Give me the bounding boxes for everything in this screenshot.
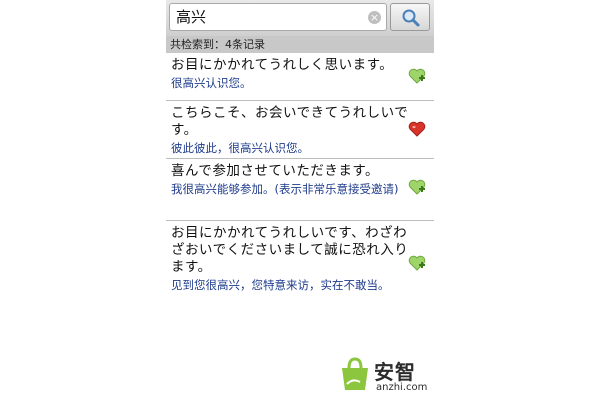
search-bar: 高兴 × (166, 0, 434, 37)
favorited-heart-icon[interactable] (408, 121, 426, 137)
search-button[interactable] (390, 3, 430, 31)
result-count: 共检索到：4条记录 (166, 36, 434, 53)
watermark-site: anzhi.com (376, 382, 428, 393)
magnifier-icon (402, 9, 420, 27)
chinese-translation: 彼此彼此，很高兴认识您。 (171, 141, 309, 155)
japanese-sentence: こちらこそ、お会いできてうれしいです。 (171, 105, 409, 138)
list-item[interactable]: お目にかかれてうれしいです、わざわざおいでくださいまして誠に恐れ入ります。 见到… (166, 221, 434, 311)
anzhi-watermark: 安智 anzhi.com (338, 352, 434, 398)
add-favorite-icon[interactable] (408, 68, 426, 84)
phone-screen: 高兴 × 共检索到：4条记录 お目にかかれてうれしく思います。 很高兴认识您。 … (166, 0, 434, 400)
clear-icon[interactable]: × (368, 11, 381, 24)
add-favorite-icon[interactable] (408, 179, 426, 195)
chinese-translation: 我很高兴能够参加。(表示非常乐意接受邀请) (171, 182, 399, 196)
chinese-translation: 很高兴认识您。 (171, 76, 252, 90)
add-favorite-icon[interactable] (408, 255, 426, 271)
chinese-translation: 见到您很高兴，您特意来访，实在不敢当。 (171, 278, 390, 292)
watermark-brand: 安智 (374, 360, 416, 384)
japanese-sentence: お目にかかれてうれしく思います。 (171, 57, 394, 73)
japanese-sentence: 喜んで参加させていただきます。 (171, 163, 379, 179)
search-input[interactable]: 高兴 (169, 3, 387, 31)
japanese-sentence: お目にかかれてうれしいです、わざわざおいでくださいまして誠に恐れ入ります。 (171, 225, 409, 275)
list-item[interactable]: こちらこそ、お会いできてうれしいです。 彼此彼此，很高兴认识您。 (166, 101, 434, 159)
list-item[interactable]: 喜んで参加させていただきます。 我很高兴能够参加。(表示非常乐意接受邀请) (166, 159, 434, 221)
list-item[interactable]: お目にかかれてうれしく思います。 很高兴认识您。 (166, 53, 434, 101)
anzhi-logo-icon (342, 357, 368, 390)
